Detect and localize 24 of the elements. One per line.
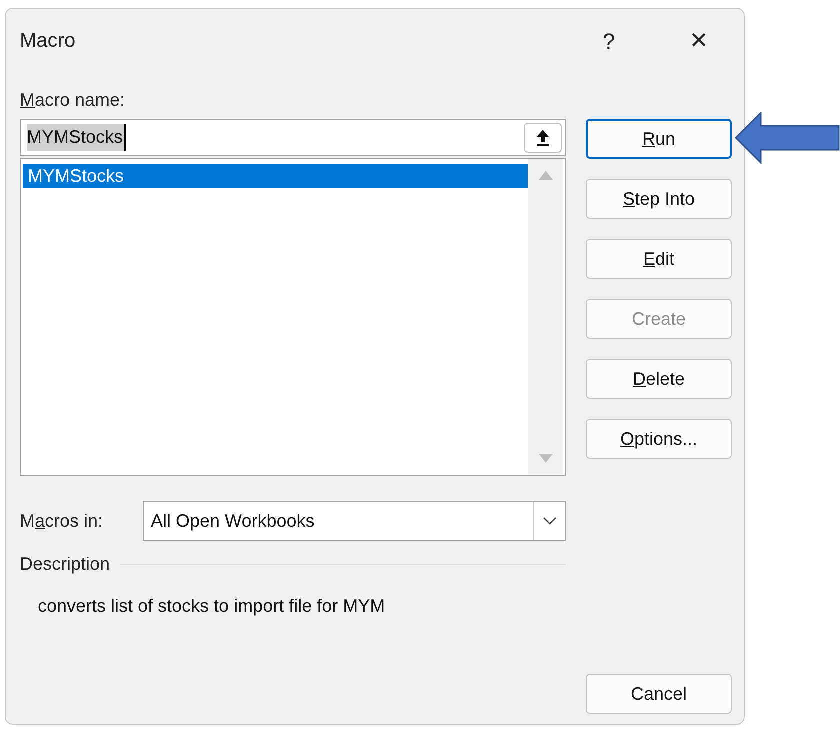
dialog-button[interactable]: Options... bbox=[586, 419, 732, 459]
dropdown-value: All Open Workbooks bbox=[151, 510, 316, 533]
macro-name-field[interactable]: MYMStocks bbox=[20, 119, 566, 156]
close-button[interactable]: × bbox=[684, 26, 714, 56]
scroll-up-icon[interactable] bbox=[538, 171, 552, 180]
scrollbar[interactable] bbox=[528, 159, 563, 475]
macro-name-label: Macro name: bbox=[20, 89, 126, 112]
upload-button[interactable] bbox=[524, 122, 562, 152]
cancel-button[interactable]: Cancel bbox=[586, 674, 732, 714]
macros-in-label: Macros in: bbox=[20, 510, 104, 532]
help-button[interactable]: ? bbox=[594, 24, 624, 58]
dialog-button[interactable]: Step Into bbox=[586, 179, 732, 219]
list-item[interactable]: MYMStocks bbox=[23, 164, 528, 188]
dialog-button[interactable]: Run bbox=[586, 119, 732, 159]
macros-in-dropdown[interactable]: All Open Workbooks bbox=[143, 501, 566, 541]
dialog-button[interactable]: Edit bbox=[586, 239, 732, 279]
up-arrow-icon bbox=[536, 128, 550, 146]
dialog-button[interactable]: Delete bbox=[586, 359, 732, 399]
scroll-down-icon[interactable] bbox=[538, 454, 552, 463]
description-heading: Description bbox=[20, 552, 110, 576]
window-title: Macro bbox=[20, 29, 76, 54]
field-value: MYMStocks bbox=[27, 124, 126, 151]
description-text: converts list of stocks to import file for MYM bbox=[38, 595, 386, 618]
chevron-down-icon bbox=[542, 517, 556, 525]
